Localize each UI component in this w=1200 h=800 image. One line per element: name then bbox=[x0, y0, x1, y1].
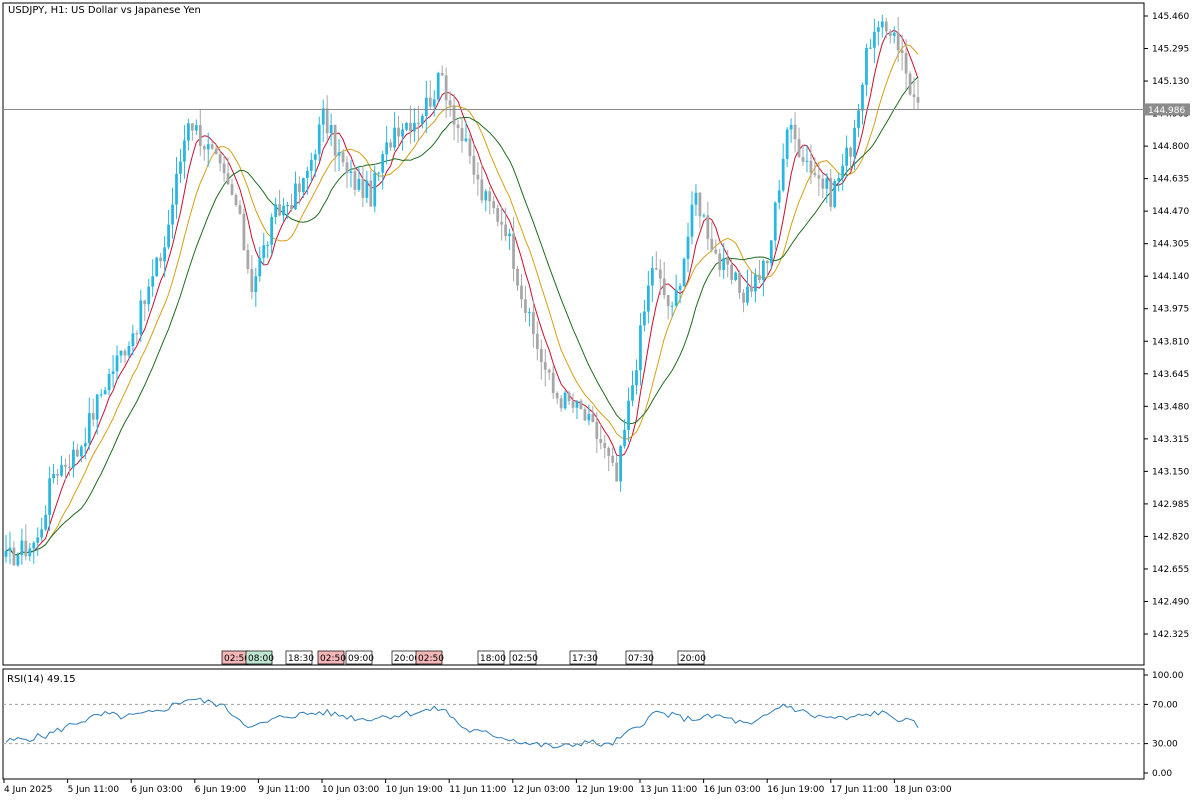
event-marker[interactable]: 18:00 bbox=[477, 650, 506, 665]
event-marker-label: 02:50 bbox=[320, 654, 346, 664]
current-price-badge: 144.986 bbox=[1144, 103, 1190, 116]
price-tick-label: 143.645 bbox=[1152, 370, 1189, 380]
candle bbox=[436, 71, 440, 103]
time-tick-label: 6 Jun 03:00 bbox=[131, 785, 183, 795]
price-tick-label: 142.325 bbox=[1152, 630, 1189, 640]
current-price-label: 144.986 bbox=[1148, 106, 1185, 116]
price-tick-label: 142.985 bbox=[1152, 500, 1189, 510]
price-tick-label: 143.150 bbox=[1152, 467, 1189, 477]
time-tick-label: 10 Jun 19:00 bbox=[386, 785, 443, 795]
candle bbox=[155, 256, 159, 277]
event-marker[interactable]: 20:00 bbox=[677, 650, 706, 665]
price-tick-label: 142.490 bbox=[1152, 597, 1189, 607]
candle bbox=[734, 271, 737, 282]
trading-chart[interactable]: 145.460145.295145.130144.965144.800144.6… bbox=[0, 0, 1200, 800]
price-tick-label: 144.800 bbox=[1152, 142, 1189, 152]
price-tick-label: 145.295 bbox=[1152, 45, 1189, 55]
time-tick-label: 9 Jun 11:00 bbox=[258, 785, 310, 795]
price-panel[interactable] bbox=[2, 2, 1145, 666]
time-tick-label: 12 Jun 03:00 bbox=[513, 785, 570, 795]
event-marker[interactable]: 07:30 bbox=[625, 650, 654, 665]
event-marker[interactable]: 17:30 bbox=[569, 650, 598, 665]
time-tick-label: 12 Jun 19:00 bbox=[576, 785, 633, 795]
time-tick-label: 16 Jun 19:00 bbox=[767, 785, 824, 795]
time-tick-label: 4 Jun 2025 bbox=[4, 785, 52, 795]
candle bbox=[563, 390, 567, 411]
event-marker-label: 02:50 bbox=[418, 654, 444, 664]
candle bbox=[682, 257, 686, 288]
rsi-label: RSI(14) 49.15 bbox=[7, 674, 76, 685]
price-tick-label: 142.655 bbox=[1152, 565, 1189, 575]
price-tick-label: 143.975 bbox=[1152, 305, 1189, 315]
event-marker-label: 07:30 bbox=[628, 654, 654, 664]
candle bbox=[833, 179, 837, 209]
time-tick-label: 16 Jun 03:00 bbox=[704, 785, 761, 795]
price-tick-label: 143.315 bbox=[1152, 435, 1189, 445]
time-tick-label: 5 Jun 11:00 bbox=[68, 785, 120, 795]
event-marker-label: 08:00 bbox=[248, 654, 274, 664]
price-tick-label: 144.635 bbox=[1152, 175, 1189, 185]
rsi-level-label: 0.00 bbox=[1152, 769, 1172, 779]
event-marker[interactable]: 18:30 bbox=[285, 650, 314, 665]
rsi-level-label: 70.00 bbox=[1152, 700, 1178, 710]
event-marker-label: 18:30 bbox=[288, 654, 314, 664]
event-marker-label: 17:30 bbox=[572, 654, 598, 664]
time-tick-label: 10 Jun 03:00 bbox=[322, 785, 379, 795]
candle bbox=[908, 71, 912, 96]
time-axis: 4 Jun 2025 5 Jun 11:00 6 Jun 03:00 6 Jun 19… bbox=[3, 779, 952, 795]
time-tick-label: 18 Jun 03:00 bbox=[894, 785, 951, 795]
time-tick-label: 13 Jun 11:00 bbox=[640, 785, 697, 795]
time-tick-label: 11 Jun 11:00 bbox=[449, 785, 506, 795]
rsi-panel[interactable] bbox=[2, 668, 1145, 780]
event-marker-label: 02:50 bbox=[512, 654, 538, 664]
price-tick-label: 145.130 bbox=[1152, 77, 1189, 87]
event-marker-label: 20:00 bbox=[680, 654, 706, 664]
time-tick-label: 6 Jun 19:00 bbox=[195, 785, 247, 795]
event-marker[interactable]: 08:00 bbox=[245, 650, 274, 665]
price-tick-label: 143.810 bbox=[1152, 337, 1189, 347]
candle bbox=[234, 193, 238, 207]
event-marker-label: 18:00 bbox=[480, 654, 506, 664]
candle bbox=[242, 208, 246, 251]
event-marker[interactable]: 09:00 bbox=[345, 650, 374, 665]
price-tick-label: 142.820 bbox=[1152, 532, 1189, 542]
price-tick-label: 144.140 bbox=[1152, 272, 1189, 282]
price-tick-label: 144.305 bbox=[1152, 240, 1189, 250]
price-tick-label: 145.460 bbox=[1152, 12, 1189, 22]
rsi-level-label: 100.00 bbox=[1152, 671, 1184, 681]
event-marker[interactable]: 02:50 bbox=[317, 650, 346, 665]
chart-title: USDJPY, H1: US Dollar vs Japanese Yen bbox=[8, 5, 201, 16]
candle bbox=[583, 407, 587, 422]
price-tick-label: 143.480 bbox=[1152, 402, 1189, 412]
rsi-level-label: 30.00 bbox=[1152, 740, 1178, 750]
time-tick-label: 17 Jun 11:00 bbox=[831, 785, 888, 795]
price-tick-label: 144.470 bbox=[1152, 207, 1189, 217]
event-marker[interactable]: 02:50 bbox=[509, 650, 538, 665]
event-marker-label: 09:00 bbox=[348, 654, 374, 664]
event-marker[interactable]: 02:50 bbox=[415, 650, 444, 665]
